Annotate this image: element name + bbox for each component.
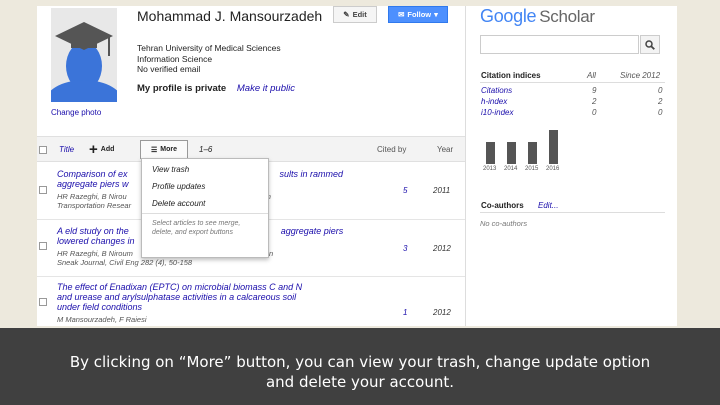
h-index-all-value: 2 [592,97,597,106]
all-column-header: All [587,71,596,80]
article-range: 1–6 [199,145,213,154]
follow-button[interactable]: ✉ Follow ▾ [388,6,448,23]
cited-by-count[interactable]: 5 [403,186,407,195]
chevron-down-icon: ▾ [434,10,438,19]
histogram-bar[interactable] [486,142,495,164]
profile-affiliation: Tehran University of Medical Sciences [137,43,281,53]
h-index-since-value: 2 [658,97,663,106]
citations-since-value: 0 [658,86,663,95]
article-title-link[interactable]: The effect of Enadixan (EPTC) on microbi… [57,282,347,312]
row-checkbox[interactable] [39,242,47,250]
title-column-header[interactable]: Title [59,145,74,154]
row-divider [37,276,465,277]
row-checkbox[interactable] [39,186,47,194]
histogram-year-label: 2014 [504,166,518,172]
envelope-icon: ✉ [398,10,405,19]
privacy-row: My profile is private Make it public [137,83,295,94]
no-coauthors-text: No co-authors [480,219,528,228]
profile-details: Tehran University of Medical Sciences In… [137,43,281,75]
menu-item-view-trash[interactable]: View trash [152,165,189,174]
profile-email-status: No verified email [137,64,201,74]
google-wordmark: Google [480,6,537,26]
histogram-bar[interactable] [507,142,516,164]
add-button[interactable]: + Add [89,141,114,158]
menu-hint: Select articles to see merge, delete, an… [152,220,241,236]
search-input[interactable] [480,35,639,54]
google-scholar-logo[interactable]: Google Scholar [480,6,595,27]
coauthors-header: Co-authors Edit... [480,200,665,213]
edit-button[interactable]: ✎ Edit [333,6,377,23]
select-all-checkbox[interactable] [39,146,47,154]
h-index-label[interactable]: h-index [481,97,507,106]
profile-interests: Information Science [137,53,213,64]
more-button-label: More [160,146,177,153]
article-year: 2012 [433,308,451,317]
year-column-header[interactable]: Year [437,145,453,154]
histogram-year-label: 2015 [525,166,539,172]
citation-indices-title: Citation indices [481,71,541,80]
coauthors-edit-link[interactable]: Edit... [538,201,558,210]
menu-divider [142,213,268,214]
cited-by-column-header[interactable]: Cited by [377,145,406,154]
coauthors-title: Co-authors [481,201,524,210]
caption-bar: By clicking on “More” button, you can vi… [0,328,720,405]
since-column-header: Since 2012 [620,71,661,80]
profile-avatar[interactable] [51,8,117,102]
row-checkbox[interactable] [39,298,47,306]
more-dropdown-menu: View trash Profile updates Delete accoun… [141,158,269,258]
plus-icon: + [89,141,98,158]
caption-text: By clicking on “More” button, you can vi… [0,352,720,392]
article-year: 2012 [433,244,451,253]
private-status: My profile is private [137,83,227,94]
cited-by-count[interactable]: 3 [403,244,407,253]
cited-by-count[interactable]: 1 [403,308,407,317]
make-public-link[interactable]: Make it public [237,83,295,94]
caption-line-1: By clicking on “More” button, you can vi… [69,353,651,371]
histogram-bar[interactable] [528,142,537,164]
search-button[interactable] [640,35,660,54]
column-divider [465,6,466,326]
citation-indices-header: Citation indices All Since 2012 [480,69,665,83]
follow-button-label: Follow [407,10,432,19]
screenshot-panel: Change photo Mohammad J. Mansourzadeh Te… [37,6,677,326]
table-row: The effect of Enadixan (EPTC) on microbi… [37,280,465,326]
pencil-icon: ✎ [343,10,350,19]
histogram-bar[interactable] [549,130,558,164]
menu-item-delete-account[interactable]: Delete account [152,199,205,208]
profile-name: Mohammad J. Mansourzadeh [137,8,323,24]
search-icon [645,39,655,50]
article-year: 2011 [433,186,451,195]
menu-icon: ☰ [150,146,158,154]
add-button-label: Add [100,146,115,153]
caption-line-2: and delete your account. [265,373,455,391]
menu-item-profile-updates[interactable]: Profile updates [152,182,205,191]
i10-index-all-value: 0 [592,108,597,117]
citations-label[interactable]: Citations [481,86,512,95]
i10-index-label[interactable]: i10-index [481,108,513,117]
histogram-year-label: 2016 [546,166,560,172]
i10-index-since-value: 0 [658,108,663,117]
article-authors: M Mansourzadeh, F Raiesi [57,315,147,324]
graduation-cap-icon [51,8,117,102]
edit-button-label: Edit [352,10,367,19]
change-photo-link[interactable]: Change photo [51,108,101,117]
histogram-year-label: 2013 [483,166,497,172]
more-button[interactable]: ☰ More [140,140,188,159]
scholar-wordmark: Scholar [539,7,595,26]
citations-all-value: 9 [592,86,597,95]
